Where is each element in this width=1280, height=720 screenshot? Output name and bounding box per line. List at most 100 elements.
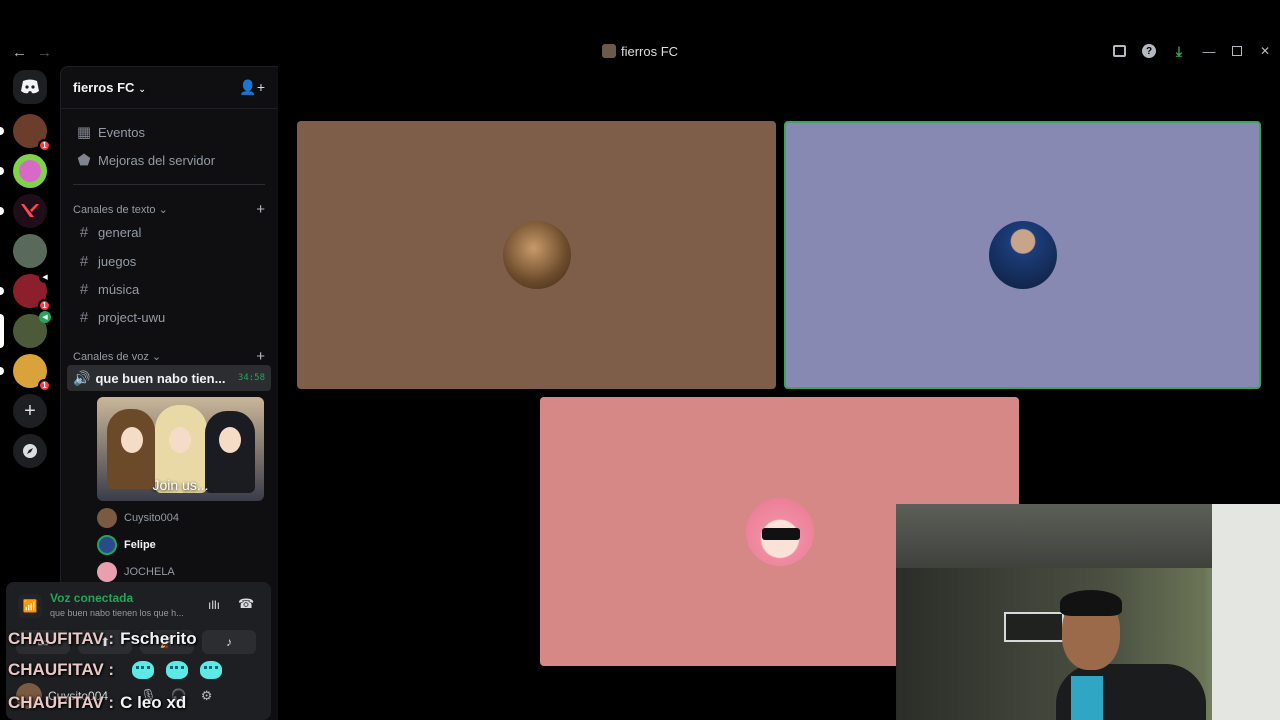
webcam-person-shirt xyxy=(1071,676,1103,720)
add-server-icon[interactable]: + xyxy=(13,394,47,428)
server-mini-icon xyxy=(601,44,616,58)
add-server-glyph: + xyxy=(24,399,36,422)
server-icon-1[interactable]: 1 xyxy=(0,114,51,152)
download-icon[interactable]: ⤓ xyxy=(1172,43,1186,59)
title-bar: ← → fierros FC ? ⤓ — ✕ xyxy=(0,0,1280,66)
webcam-person-hair xyxy=(1060,590,1122,616)
maximize-icon[interactable] xyxy=(1232,46,1242,56)
gear-icon[interactable]: ⚙ xyxy=(201,688,213,704)
unread-badge: 1 xyxy=(38,139,51,152)
boosts-item[interactable]: ⬟ Mejoras del servidor xyxy=(69,147,269,173)
server-art xyxy=(19,160,41,182)
discord-home-icon[interactable] xyxy=(13,70,47,104)
participant-tile[interactable] xyxy=(297,121,776,389)
create-voice-channel-icon[interactable]: + xyxy=(256,348,265,365)
hash-icon: # xyxy=(79,308,89,326)
overlay-username: CHAUFITAV : xyxy=(8,693,115,712)
sunglasses-icon xyxy=(761,527,800,540)
overlay-chat-line: CHAUFITAV : C leo xd xyxy=(8,693,186,713)
chevron-down-icon: ⌄ xyxy=(151,351,162,363)
activity-label: Join us... xyxy=(152,477,209,493)
participant-name: JOCHELA xyxy=(124,566,175,578)
server-icon-7[interactable]: 1 xyxy=(0,354,51,392)
minimize-icon[interactable]: — xyxy=(1202,44,1216,59)
signal-icon[interactable]: 📶 xyxy=(18,594,42,618)
channel-musica[interactable]: # música xyxy=(69,276,269,302)
events-item[interactable]: ▦ Eventos xyxy=(69,119,269,145)
window-title-text: fierros FC xyxy=(620,44,679,59)
chevron-down-icon: ⌄ xyxy=(158,204,168,216)
channel-project-uwu[interactable]: # project-uwu xyxy=(69,304,269,330)
cat-emote-icon xyxy=(200,661,223,679)
voice-participant[interactable]: JOCHELA xyxy=(97,561,175,583)
overlay-username: CHAUFITAV : xyxy=(8,629,115,648)
participant-name: Cuysito004 xyxy=(124,512,180,524)
help-icon[interactable]: ? xyxy=(1142,44,1156,58)
channel-label: project-uwu xyxy=(98,309,166,325)
server-icon-4[interactable] xyxy=(13,234,47,268)
events-label: Eventos xyxy=(98,124,145,140)
hash-icon: # xyxy=(79,252,89,270)
avatar xyxy=(97,535,117,555)
server-icon-5[interactable]: ◀ 1 xyxy=(0,271,51,312)
server-name[interactable]: fierros FC ⌄ xyxy=(73,80,146,95)
voice-connected-title[interactable]: Voz conectada xyxy=(50,591,133,605)
boosts-label: Mejoras del servidor xyxy=(98,152,216,168)
text-category-label: Canales de texto xyxy=(73,204,156,216)
hash-icon: # xyxy=(79,223,89,241)
activity-card[interactable]: Join us... xyxy=(97,397,264,501)
unread-badge: 1 xyxy=(38,379,51,392)
avatar xyxy=(502,221,571,289)
voice-channel-name: que buen nabo tien... xyxy=(95,370,226,386)
window-tools: ? ⤓ — ✕ xyxy=(1113,43,1272,59)
create-text-channel-icon[interactable]: + xyxy=(256,201,265,218)
inbox-icon[interactable] xyxy=(1113,45,1126,57)
boost-shield-icon: ⬟ xyxy=(77,152,91,169)
close-icon[interactable]: ✕ xyxy=(1258,44,1272,58)
speaker-icon: 🔊 xyxy=(73,369,91,386)
overlay-chat-line: CHAUFITAV : Fscherito xyxy=(8,629,197,649)
hash-icon: # xyxy=(79,280,89,298)
text-category[interactable]: Canales de texto ⌄ + xyxy=(73,201,265,218)
voice-category[interactable]: Canales de voz ⌄ + xyxy=(73,348,265,365)
server-name-text: fierros FC xyxy=(73,80,135,95)
voice-participant[interactable]: Felipe xyxy=(97,534,156,556)
server-header[interactable]: fierros FC ⌄ 👤+ xyxy=(61,67,277,109)
activity-face xyxy=(219,427,241,453)
server-icon-valorant[interactable] xyxy=(0,194,47,228)
channel-label: música xyxy=(98,281,140,297)
chevron-down-icon: ⌄ xyxy=(138,84,146,94)
voice-category-label: Canales de voz xyxy=(73,351,149,363)
server-icon-2[interactable] xyxy=(0,154,47,188)
avatar xyxy=(745,497,814,566)
webcam-window xyxy=(1212,504,1280,720)
cat-emote-icon xyxy=(166,661,189,679)
explore-icon[interactable] xyxy=(13,434,47,468)
window-title: fierros FC xyxy=(0,44,1280,59)
avatar xyxy=(97,562,117,582)
webcam-ceiling xyxy=(896,504,1216,568)
overlay-chat-line: CHAUFITAV : xyxy=(8,660,223,680)
avatar xyxy=(97,508,117,528)
overlay-username: CHAUFITAV : xyxy=(8,660,115,679)
noise-suppression-icon[interactable]: ıllı xyxy=(208,598,220,612)
voice-channel-active[interactable]: 🔊 que buen nabo tien... 34:58 xyxy=(67,365,271,391)
channel-label: juegos xyxy=(98,253,137,269)
channel-general[interactable]: # general xyxy=(69,219,269,245)
server-icon-6[interactable]: ◀ xyxy=(0,311,51,348)
participant-name: Felipe xyxy=(124,539,156,551)
cat-emote-icon xyxy=(132,661,155,679)
invite-people-icon[interactable]: 👤+ xyxy=(239,79,265,96)
voice-channel-timer: 34:58 xyxy=(237,373,265,383)
overlay-message: Fscherito xyxy=(120,629,197,648)
voice-participant[interactable]: Cuysito004 xyxy=(97,507,179,529)
activity-face xyxy=(121,427,143,453)
channel-juegos[interactable]: # juegos xyxy=(69,248,269,274)
soundboard-button[interactable]: ♪ xyxy=(202,630,256,654)
divider xyxy=(73,184,265,185)
disconnect-icon[interactable]: ☎ xyxy=(238,596,254,612)
activity-face xyxy=(169,427,191,453)
channel-label: general xyxy=(98,224,142,240)
calendar-icon: ▦ xyxy=(76,124,92,141)
participant-tile-speaking[interactable] xyxy=(784,121,1261,389)
